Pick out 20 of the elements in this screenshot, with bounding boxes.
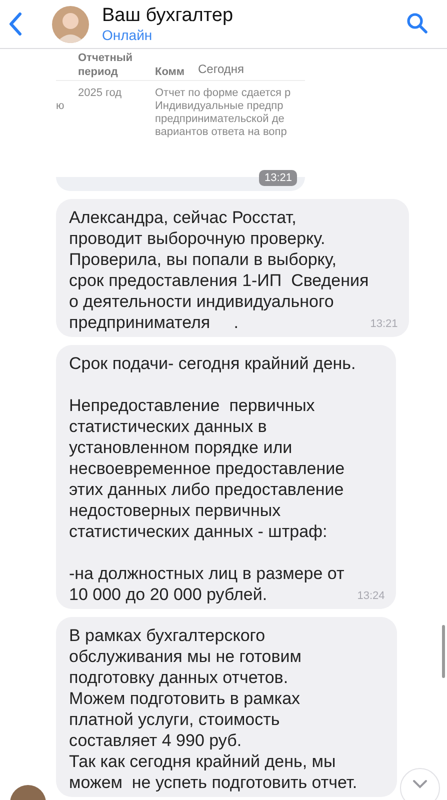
search-icon: [406, 12, 428, 34]
online-status: Онлайн: [102, 26, 154, 44]
message-time: 13:21: [259, 170, 297, 186]
table-cell-text: ю: [56, 99, 66, 114]
chat-title: Ваш бухгалтер: [102, 4, 234, 26]
message-time: 13:24: [357, 590, 385, 602]
scroll-down-button[interactable]: [400, 768, 440, 800]
table-cell-text: 2025 год: [78, 86, 123, 101]
column-header: Отчетный период: [78, 49, 155, 81]
message-text: Срок подачи- сегодня крайний день. Непредоставление первичных статистических данных в установленном порядке или несвоевременное предоставление этих данных либо предоставление недостоверных первичных статистических данных - штраф: -на должностных лиц в размере от 10 000 до 20 000 рублей.: [69, 353, 356, 605]
chevron-down-icon: [412, 779, 428, 789]
chevron-left-icon: [8, 12, 22, 36]
screenshot-message[interactable]: Отчетный период Комм Сегодня 2025 год Отчет по форме сдается р Индивидуальные предпр предпринимательской де вариантов ответа на вопр ю 13:21: [56, 49, 305, 191]
message-time: 13:21: [370, 318, 398, 330]
message-text: Александра, сейчас Росстат, проводит выборочную проверку. Проверила, вы попали в выборку, срок предоставления 1-ИП Сведения о деятельности индивидуального предпринимателя .: [69, 207, 369, 333]
scroll-indicator: [442, 625, 445, 678]
avatar[interactable]: [52, 6, 89, 42]
message-text: В рамках бухгалтерского обслуживания мы не готовим подготовку данных отчетов. Можем подготовить в рамках платной услуги, стоимость составляет 4 990 руб. Так как сегодня крайний день, мы можем не успеть подготовить отчет.: [69, 625, 358, 793]
search-button[interactable]: [405, 12, 429, 36]
table-cell-text: Отчет по форме сдается р Индивидуальные предпр предпринимательской де вариантов ответа на вопр: [155, 86, 292, 140]
